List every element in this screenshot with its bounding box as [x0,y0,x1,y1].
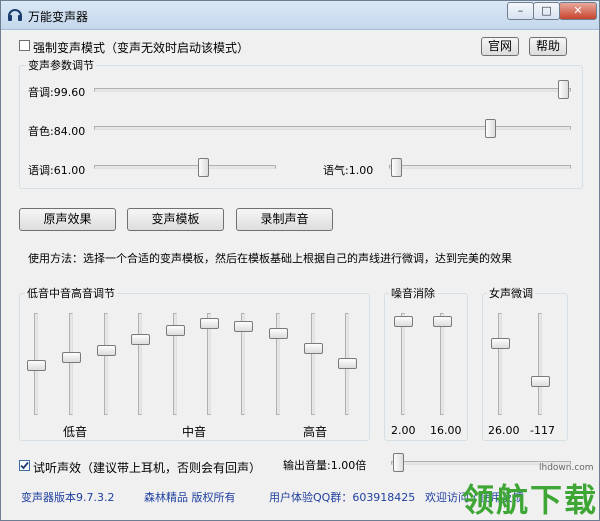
watermark-brand: 领航下载 [462,481,599,519]
usage-text: 使用方法：选择一个合适的变声模板，然后在模板基础上根据自己的声线进行微调，达到完… [28,252,512,265]
headphones-icon [7,7,23,23]
monitor-label[interactable]: 试听声效（建议带上耳机，否则会有回声） [33,459,261,476]
female-left-value: 26.00 [488,424,520,437]
eq-slider-track[interactable] [311,313,315,415]
eq-slider-thumb[interactable] [62,352,81,364]
tone-label: 语气:1.00 [323,164,374,177]
noise-right-value: 16.00 [430,424,462,437]
female-right-slider-thumb[interactable] [531,375,550,387]
eq-slider-track[interactable] [138,313,142,415]
qq-group-text: 用户体验QQ群：603918425 [269,491,416,504]
female-group-title: 女声微调 [487,285,535,301]
eq-slider-thumb[interactable] [234,321,253,333]
tone-slider-thumb[interactable] [390,158,402,177]
timbre-slider-thumb[interactable] [485,119,497,138]
noise-left-slider-thumb[interactable] [394,315,413,327]
eq-slider-thumb[interactable] [27,360,46,372]
tone-slider-track[interactable] [389,165,571,169]
noise-right-slider-thumb[interactable] [433,315,452,327]
original-effect-button[interactable]: 原声效果 [19,208,116,231]
close-button[interactable]: ✕ [559,2,597,20]
voice-template-button[interactable]: 变声模板 [127,208,224,231]
bass-label: 低音 [63,425,88,439]
window-title: 万能变声器 [28,10,89,24]
volume-slider-thumb[interactable] [392,453,404,472]
monitor-checkbox[interactable] [19,460,30,471]
force-mode-checkbox[interactable] [19,40,30,51]
title-bar[interactable]: 万能变声器 – □ ✕ [1,1,599,30]
site-watermark: lhdown.com 领航下载 [456,463,599,520]
speed-slider-track[interactable] [94,165,276,169]
eq-slider-thumb[interactable] [166,324,185,336]
force-mode-label[interactable]: 强制变声模式（变声无效时启动该模式） [33,39,249,56]
watermark-site: lhdown.com [539,463,594,473]
publisher-text: 森林精品 版权所有 [144,491,236,504]
maximize-button[interactable]: □ [533,2,560,20]
record-sound-button[interactable]: 录制声音 [236,208,333,231]
eq-group-title: 低音中音高音调节 [25,285,117,301]
female-right-value: -117 [530,424,555,437]
app-window: 万能变声器 – □ ✕ 强制变声模式（变声无效时启动该模式） 官网 帮助 变声参… [0,0,600,521]
timbre-slider-track[interactable] [94,126,571,130]
minimize-icon: – [517,4,524,17]
eq-slider-thumb[interactable] [304,343,323,355]
speed-slider-thumb[interactable] [198,158,210,177]
eq-slider-thumb[interactable] [269,328,288,340]
eq-slider-thumb[interactable] [200,317,219,329]
help-button[interactable]: 帮助 [529,37,567,56]
female-group [482,293,568,441]
noise-group-title: 噪音消除 [389,285,437,301]
noise-left-value: 2.00 [391,424,416,437]
treble-label: 高音 [303,425,328,439]
eq-slider-thumb[interactable] [338,357,357,369]
eq-slider-track[interactable] [69,313,73,415]
female-left-slider-track[interactable] [498,313,502,415]
website-button[interactable]: 官网 [481,37,519,56]
mid-label: 中音 [182,425,207,439]
eq-slider-track[interactable] [104,313,108,415]
close-icon: ✕ [573,4,583,17]
pitch-slider-track[interactable] [94,88,571,92]
params-group-title: 变声参数调节 [26,57,96,73]
speed-label: 语调:61.00 [28,164,86,177]
female-left-slider-thumb[interactable] [491,337,510,349]
noise-left-slider-track[interactable] [401,313,405,415]
pitch-slider-thumb[interactable] [558,80,570,99]
check-icon [20,461,29,470]
eq-slider-thumb[interactable] [97,344,116,356]
timbre-label: 音色:84.00 [28,125,86,138]
noise-right-slider-track[interactable] [440,313,444,415]
minimize-button[interactable]: – [507,2,534,20]
eq-slider-thumb[interactable] [131,333,150,345]
volume-label: 输出音量:1.00倍 [283,459,367,472]
female-right-slider-track[interactable] [538,313,542,415]
pitch-label: 音调:99.60 [28,86,86,99]
version-text: 变声器版本9.7.3.2 [21,491,115,504]
maximize-icon: □ [541,4,552,17]
